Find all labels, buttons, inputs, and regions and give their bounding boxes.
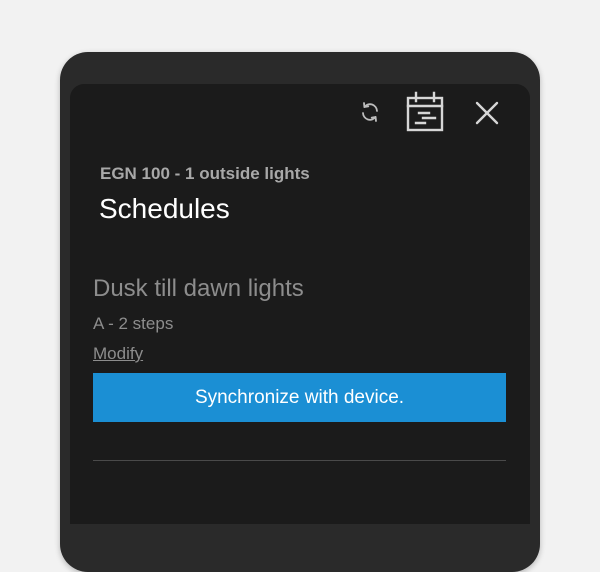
device-subtitle: EGN 100 - 1 outside lights — [100, 164, 310, 183]
synchronize-button[interactable]: Synchronize with device. — [93, 373, 506, 422]
close-icon[interactable] — [470, 96, 504, 130]
sync-icon[interactable] — [356, 98, 384, 126]
schedule-meta: A - 2 steps — [93, 314, 174, 333]
page-title: Schedules — [99, 193, 230, 224]
divider — [93, 460, 506, 461]
schedule-name: Dusk till dawn lights — [93, 275, 304, 302]
modify-link[interactable]: Modify — [93, 344, 143, 364]
calendar-schedule-icon[interactable] — [404, 90, 446, 134]
app-screen: EGN 100 - 1 outside lights Schedules Dus… — [70, 84, 530, 524]
